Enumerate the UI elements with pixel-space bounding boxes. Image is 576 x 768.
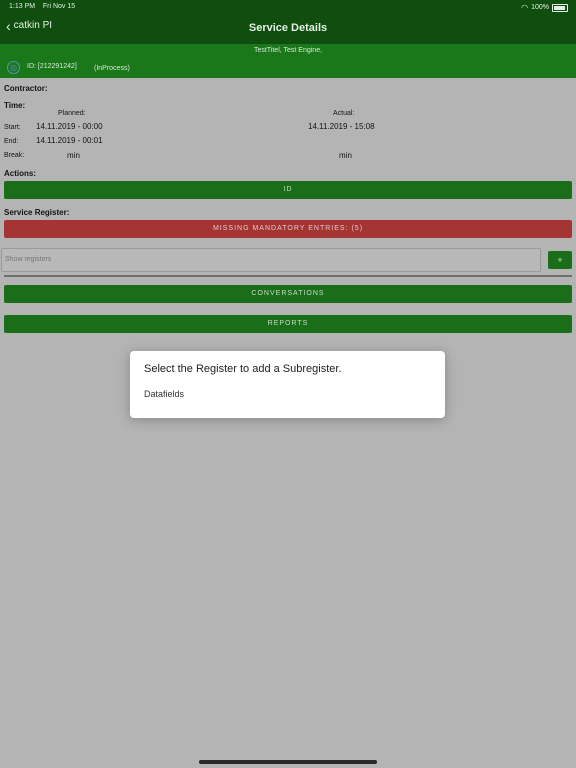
page-title: Service Details [248, 22, 328, 34]
status-time: 1:13 PM [9, 3, 36, 10]
id-button[interactable]: ID [4, 181, 572, 199]
dialog-option-datafields[interactable]: Datafields [144, 389, 184, 399]
start-label: Start: [4, 124, 21, 131]
actual-break-value: min [339, 151, 352, 160]
subregister-dialog: Select the Register to add a Subregister… [130, 351, 445, 418]
add-register-button[interactable]: + [548, 251, 572, 269]
break-label: Break: [4, 152, 25, 159]
status-date: Fri Nov 15 [42, 3, 76, 10]
actual-start-value: 14.11.2019 - 15:08 [308, 122, 375, 131]
contractor-label: Contractor: [4, 84, 48, 93]
service-info-bar: TestTitel, Test Engine, ◎ ID: [212291242… [0, 44, 576, 78]
home-indicator[interactable] [199, 760, 377, 764]
time-label: Time: [4, 101, 26, 110]
service-id: ID: [212291242] [27, 63, 77, 70]
planned-start-value: 14.11.2019 - 00:00 [36, 122, 103, 131]
wifi-icon: ◠ [521, 3, 529, 12]
planned-end-value: 14.11.2019 - 00:01 [36, 136, 103, 145]
nav-bar: ‹ catkin PI Service Details [0, 14, 576, 44]
battery-percent: 100% [531, 4, 549, 11]
missing-entries-button[interactable]: MISSING MANDATORY ENTRIES: (5) [4, 220, 572, 238]
show-registers-input[interactable]: Show registers [1, 248, 541, 272]
status-bar: 1:13 PM Fri Nov 15 ◠ 100% [0, 0, 576, 14]
service-title: TestTitel, Test Engine, [253, 47, 323, 54]
dialog-title: Select the Register to add a Subregister… [144, 363, 342, 375]
service-register-label: Service Register: [4, 208, 70, 217]
status-left: 1:13 PM Fri Nov 15 [9, 3, 75, 10]
divider [4, 275, 572, 277]
planned-header: Planned: [58, 110, 86, 117]
globe-icon[interactable]: ◎ [7, 61, 20, 74]
planned-break-value: min [67, 151, 80, 160]
reports-button[interactable]: REPORTS [4, 315, 572, 333]
end-label: End: [4, 138, 19, 145]
status-right: ◠ 100% [521, 3, 568, 12]
actions-label: Actions: [4, 169, 36, 178]
service-state: (InProcess) [94, 65, 130, 72]
conversations-button[interactable]: CONVERSATIONS [4, 285, 572, 303]
actual-header: Actual: [333, 110, 355, 117]
battery-icon [552, 3, 568, 12]
